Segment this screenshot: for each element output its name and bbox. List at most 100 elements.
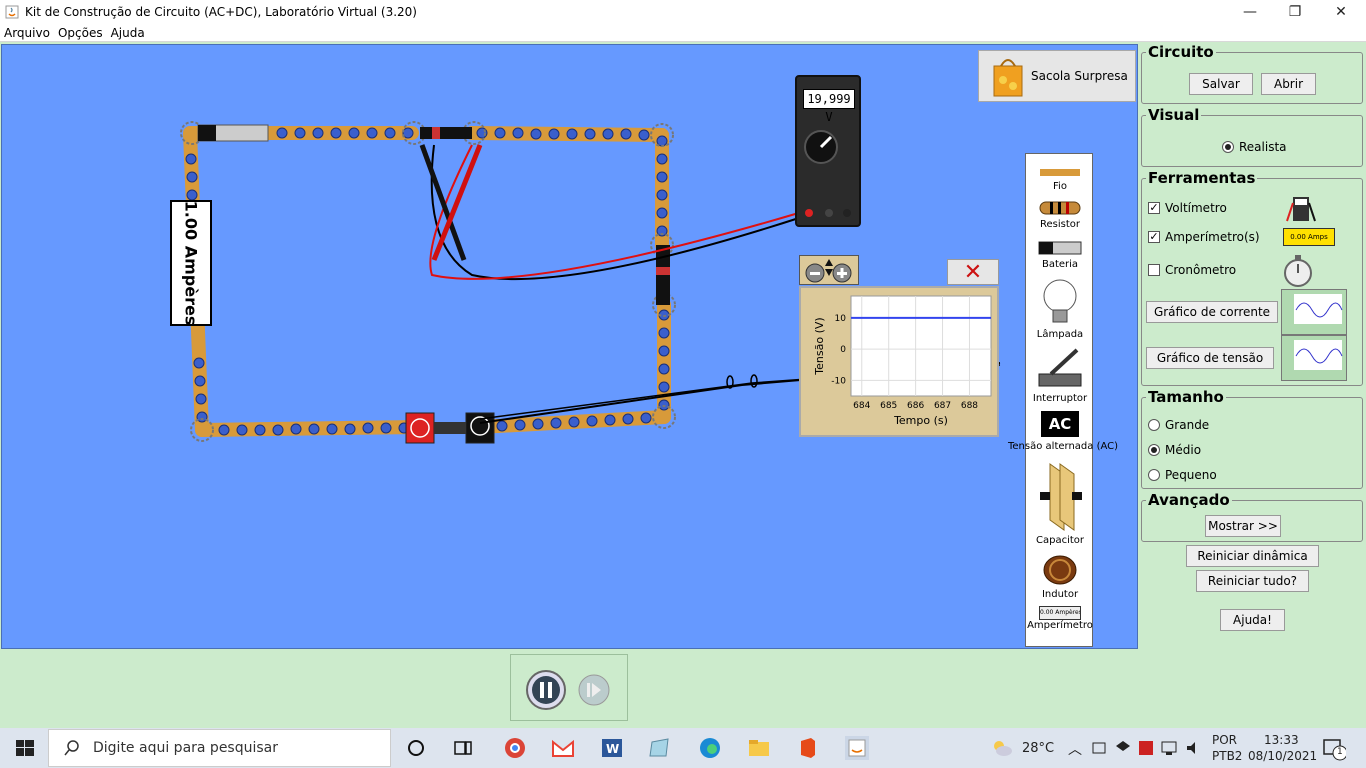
maximize-button[interactable]: ❐ [1272, 0, 1318, 24]
voltage-graph-button[interactable]: Gráfico de tensão [1146, 347, 1274, 369]
open-button[interactable]: Abrir [1261, 73, 1316, 95]
radio-medio[interactable]: Médio [1148, 443, 1201, 457]
panel-title: Avançado [1146, 491, 1232, 509]
file-explorer-icon[interactable] [747, 736, 771, 760]
pause-icon[interactable] [526, 670, 566, 710]
notes-icon[interactable] [648, 736, 672, 760]
menu-bar: Arquivo Opções Ajuda [0, 24, 1366, 42]
ime-icon[interactable] [1136, 738, 1160, 762]
word-icon[interactable]: W [600, 736, 624, 760]
bag-icon [993, 59, 1023, 97]
tool-battery[interactable]: Bateria [1026, 240, 1094, 270]
radio-dot [1148, 419, 1160, 431]
tool-wire[interactable]: Fio [1026, 166, 1094, 192]
tool-label: Bateria [1041, 259, 1079, 270]
tool-ac-source[interactable]: AC Tensão alternada (AC) [1008, 411, 1118, 452]
tool-label: Tensão alternada (AC) [1008, 441, 1119, 452]
radio-dot [1222, 141, 1234, 153]
weather-icon[interactable] [990, 736, 1014, 760]
save-button[interactable]: Salvar [1189, 73, 1253, 95]
java-taskbar-icon[interactable] [845, 736, 869, 760]
circuit-canvas[interactable]: 1.00 Ampères Sacola Surpresa 19,999 V ✕ … [1, 44, 1138, 649]
weather-temp: 28°C [1022, 741, 1055, 756]
voltmeter[interactable]: 19,999 V [795, 75, 861, 227]
webcam-icon[interactable] [1090, 738, 1114, 762]
graph-close-button[interactable]: ✕ [947, 259, 999, 285]
dropbox-icon[interactable] [1113, 738, 1137, 762]
voltage-chart: 684 685 686 687 688 10 0 -10 Tempo (s) Tensão (V) [813, 295, 992, 427]
check-cronometro[interactable]: Cronômetro [1148, 263, 1236, 277]
language-indicator[interactable]: POR [1212, 733, 1237, 747]
y-tick-label: -10 [831, 376, 846, 386]
radio-grande[interactable]: Grande [1148, 418, 1209, 432]
current-graph-thumb-icon [1281, 289, 1347, 335]
menu-ajuda[interactable]: Ajuda [107, 26, 149, 40]
bulb-icon [1043, 279, 1077, 323]
radio-pequeno[interactable]: Pequeno [1148, 468, 1217, 482]
x-tick-label: 687 [934, 401, 951, 411]
check-amperimetro[interactable]: ✓ Amperímetro(s) [1148, 230, 1260, 244]
x-tick-label: 684 [853, 401, 870, 411]
search-icon [64, 740, 79, 756]
panel-ferramentas: Ferramentas ✓ Voltímetro ✓ Amperímetro(s… [1141, 169, 1363, 386]
taskbar-search[interactable]: Digite aqui para pesquisar [48, 729, 391, 767]
y-axis-label: Tensão (V) [813, 317, 826, 375]
check-label: Amperímetro(s) [1165, 230, 1260, 244]
chevron-up-icon[interactable]: ︿ [1068, 739, 1082, 759]
current-graph-button[interactable]: Gráfico de corrente [1146, 301, 1278, 323]
sacola-surpresa-button[interactable]: Sacola Surpresa [978, 50, 1136, 102]
menu-opcoes[interactable]: Opções [54, 26, 107, 40]
ammeter-reading: 1.00 Ampères [181, 200, 201, 326]
inductor-icon [1043, 555, 1077, 585]
resistor-icon [1039, 201, 1081, 215]
tool-label: Capacitor [1035, 535, 1084, 546]
chrome-icon[interactable] [503, 736, 527, 760]
show-advanced-button[interactable]: Mostrar >> [1205, 515, 1281, 537]
radio-dot [1148, 444, 1160, 456]
network-icon[interactable] [1160, 738, 1184, 762]
reset-all-button[interactable]: Reiniciar tudo? [1196, 570, 1309, 592]
x-axis-label: Tempo (s) [893, 414, 948, 427]
voltage-graph: 684 685 686 687 688 10 0 -10 Tempo (s) Tensão (V) [799, 286, 999, 437]
plot-area [850, 295, 992, 397]
radio-label: Pequeno [1165, 468, 1217, 482]
clock-date[interactable]: 08/10/2021 [1248, 749, 1317, 763]
clock-time[interactable]: 13:33 [1264, 733, 1299, 747]
window-title: Kit de Construção de Circuito (AC+DC), L… [25, 5, 417, 19]
panel-title: Visual [1146, 106, 1202, 124]
minimize-button[interactable]: — [1227, 0, 1273, 24]
tool-resistor[interactable]: Resistor [1026, 200, 1094, 230]
y-tick-label: 0 [840, 345, 846, 355]
close-button[interactable]: ✕ [1318, 0, 1364, 24]
volume-icon[interactable] [1184, 738, 1208, 762]
windows-start-icon[interactable] [13, 736, 37, 760]
help-button[interactable]: Ajuda! [1220, 609, 1285, 631]
capacitor-icon [1040, 463, 1082, 531]
check-label: Cronômetro [1165, 263, 1237, 277]
menu-arquivo[interactable]: Arquivo [0, 26, 54, 40]
tool-bulb[interactable]: Lâmpada [1026, 278, 1094, 340]
tool-ammeter[interactable]: 0.00 Ampères Amperímetro [1026, 606, 1094, 631]
radio-realista[interactable]: Realista [1222, 140, 1287, 154]
check-voltimetro[interactable]: ✓ Voltímetro [1148, 201, 1227, 215]
task-view-icon[interactable] [451, 736, 475, 760]
reset-dynamics-button[interactable]: Reiniciar dinâmica [1186, 545, 1319, 567]
tool-inductor[interactable]: Indutor [1026, 554, 1094, 600]
office-icon[interactable] [796, 736, 820, 760]
panel-title: Circuito [1146, 43, 1216, 61]
step-icon[interactable] [578, 674, 610, 706]
cortana-icon[interactable] [404, 736, 428, 760]
search-placeholder: Digite aqui para pesquisar [93, 740, 279, 756]
tool-capacitor[interactable]: Capacitor [1026, 460, 1094, 546]
app-area: 1.00 Ampères Sacola Surpresa 19,999 V ✕ … [0, 42, 1366, 728]
notification-count: 1 [1337, 747, 1343, 757]
ammeter-icon: 0.00 Ampères [1039, 606, 1081, 620]
y-tick-label: 10 [835, 314, 847, 324]
ammeter-label[interactable]: 1.00 Ampères [170, 200, 212, 326]
keyboard-layout[interactable]: PTB2 [1212, 749, 1242, 763]
edge-icon[interactable] [698, 736, 722, 760]
tool-switch[interactable]: Interruptor [1026, 346, 1094, 404]
voltmeter-display: 19,999 V [803, 89, 855, 124]
gmail-icon[interactable] [551, 736, 575, 760]
check-label: Voltímetro [1165, 201, 1227, 215]
